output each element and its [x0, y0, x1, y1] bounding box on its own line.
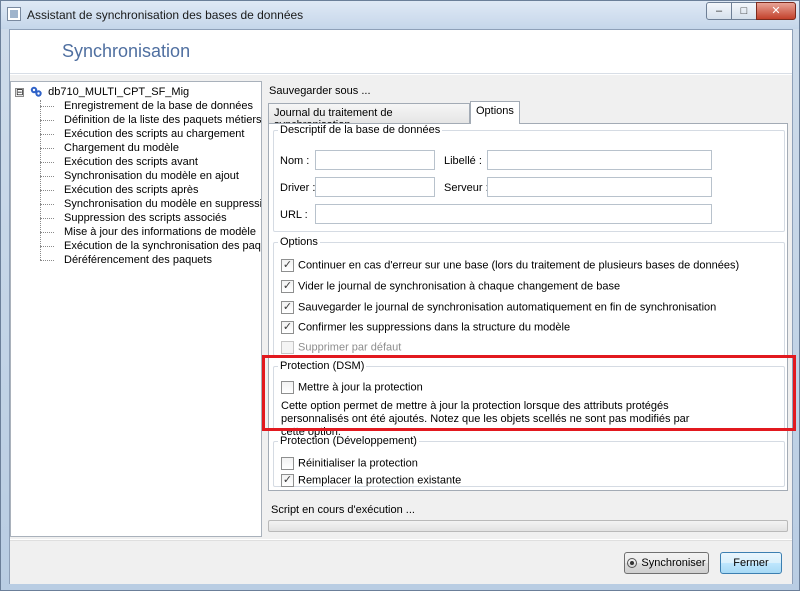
checkbox-disabled [281, 341, 294, 354]
group-legend: Descriptif de la base de données [280, 124, 441, 136]
clear-journal-option[interactable]: ✓ Vider le journal de synchronisation à c… [281, 280, 620, 296]
continue-on-error-option[interactable]: ✓ Continuer en cas d'erreur sur une base … [281, 259, 739, 275]
checkbox[interactable]: ✓ [281, 474, 294, 487]
url-field[interactable] [315, 204, 712, 224]
tree-root-label: db710_MULTI_CPT_SF_Mig [48, 86, 190, 99]
radio-icon [627, 558, 638, 569]
group-legend: Protection (Développement) [280, 435, 417, 447]
page-title: Synchronisation [62, 41, 191, 61]
collapse-icon[interactable]: ⊟ [15, 87, 24, 97]
app-icon [7, 7, 21, 21]
tree-item[interactable]: Enregistrement de la base de données [40, 100, 253, 114]
tree-item[interactable]: Synchronisation du modèle en suppressio [40, 198, 261, 212]
checkbox[interactable] [281, 457, 294, 470]
header-banner: Synchronisation [10, 30, 792, 74]
url-label: URL : [280, 209, 308, 221]
nom-label: Nom : [280, 155, 310, 167]
replace-protection-option[interactable]: ✓ Remplacer la protection existante [281, 474, 461, 490]
close-window-button[interactable]: ✕ [756, 2, 796, 20]
nom-field[interactable] [315, 150, 435, 170]
body-area: ⊟ db710_MULTI_CPT_SF_Mig Enregistrement … [10, 75, 796, 539]
tree-item[interactable]: Définition de la liste des paquets métie… [40, 114, 261, 128]
reset-protection-option[interactable]: Réinitialiser la protection [281, 457, 418, 473]
checkbox[interactable]: ✓ [281, 301, 294, 314]
tree-item[interactable]: Suppression des scripts associés [40, 212, 227, 226]
tab-journal[interactable]: Journal du traitement de synchronisation [268, 103, 470, 131]
tree-item[interactable]: Déréférencement des paquets [40, 254, 212, 268]
options-tab-panel: Descriptif de la base de données Nom : L… [262, 123, 796, 491]
driver-field[interactable] [315, 177, 435, 197]
save-journal-option[interactable]: ✓ Sauvegarder le journal de synchronisati… [281, 301, 716, 317]
highlight-box [262, 355, 796, 431]
tab-options[interactable]: Options [470, 101, 520, 124]
maximize-button[interactable]: □ [731, 2, 757, 20]
database-icon [30, 86, 42, 97]
synchronize-button[interactable]: Synchroniser [624, 552, 709, 574]
steps-tree[interactable]: ⊟ db710_MULTI_CPT_SF_Mig Enregistrement … [10, 81, 262, 537]
driver-label: Driver : [280, 182, 316, 194]
client-area: Synchronisation ⊟ db710_MULTI_CPT_SF_Mig… [9, 29, 796, 584]
tree-item[interactable]: Exécution des scripts au chargement [40, 128, 244, 142]
checkbox[interactable]: ✓ [281, 280, 294, 293]
group-legend: Options [280, 236, 318, 248]
title-bar[interactable]: Assistant de synchronisation des bases d… [1, 1, 799, 29]
save-as-link[interactable]: Sauvegarder sous ... [269, 85, 371, 97]
window-title: Assistant de synchronisation des bases d… [27, 8, 304, 22]
tree-item[interactable]: Synchronisation du modèle en ajout [40, 170, 239, 184]
details-panel: Sauvegarder sous ... Journal du traiteme… [262, 81, 796, 537]
close-button[interactable]: Fermer [720, 552, 782, 574]
serveur-field[interactable] [487, 177, 712, 197]
status-text: Script en cours d'exécution ... [271, 504, 415, 516]
checkbox[interactable]: ✓ [281, 259, 294, 272]
serveur-label: Serveur : [444, 182, 489, 194]
confirm-deletions-option[interactable]: ✓ Confirmer les suppressions dans la stru… [281, 321, 570, 337]
protection-dev-group: Protection (Développement) Réinitialiser… [273, 435, 785, 487]
assistant-window: Assistant de synchronisation des bases d… [0, 0, 800, 591]
minimize-button[interactable]: – [706, 2, 732, 20]
tree-item[interactable]: Exécution des scripts avant [40, 156, 198, 170]
libelle-label: Libellé : [444, 155, 482, 167]
tree-item[interactable]: Mise à jour des informations de modèle [40, 226, 256, 240]
tree-root[interactable]: ⊟ db710_MULTI_CPT_SF_Mig [15, 86, 189, 100]
status-area: Script en cours d'exécution ... [268, 498, 788, 537]
footer: Synchroniser Fermer [10, 540, 792, 584]
checkbox[interactable]: ✓ [281, 321, 294, 334]
progress-bar [268, 520, 788, 532]
tree-item[interactable]: Exécution de la synchronisation des paqu… [40, 240, 261, 254]
options-group: Options ✓ Continuer en cas d'erreur sur u… [273, 236, 785, 356]
tree-item[interactable]: Exécution des scripts après [40, 184, 199, 198]
libelle-field[interactable] [487, 150, 712, 170]
tree-item[interactable]: Chargement du modèle [40, 142, 179, 156]
